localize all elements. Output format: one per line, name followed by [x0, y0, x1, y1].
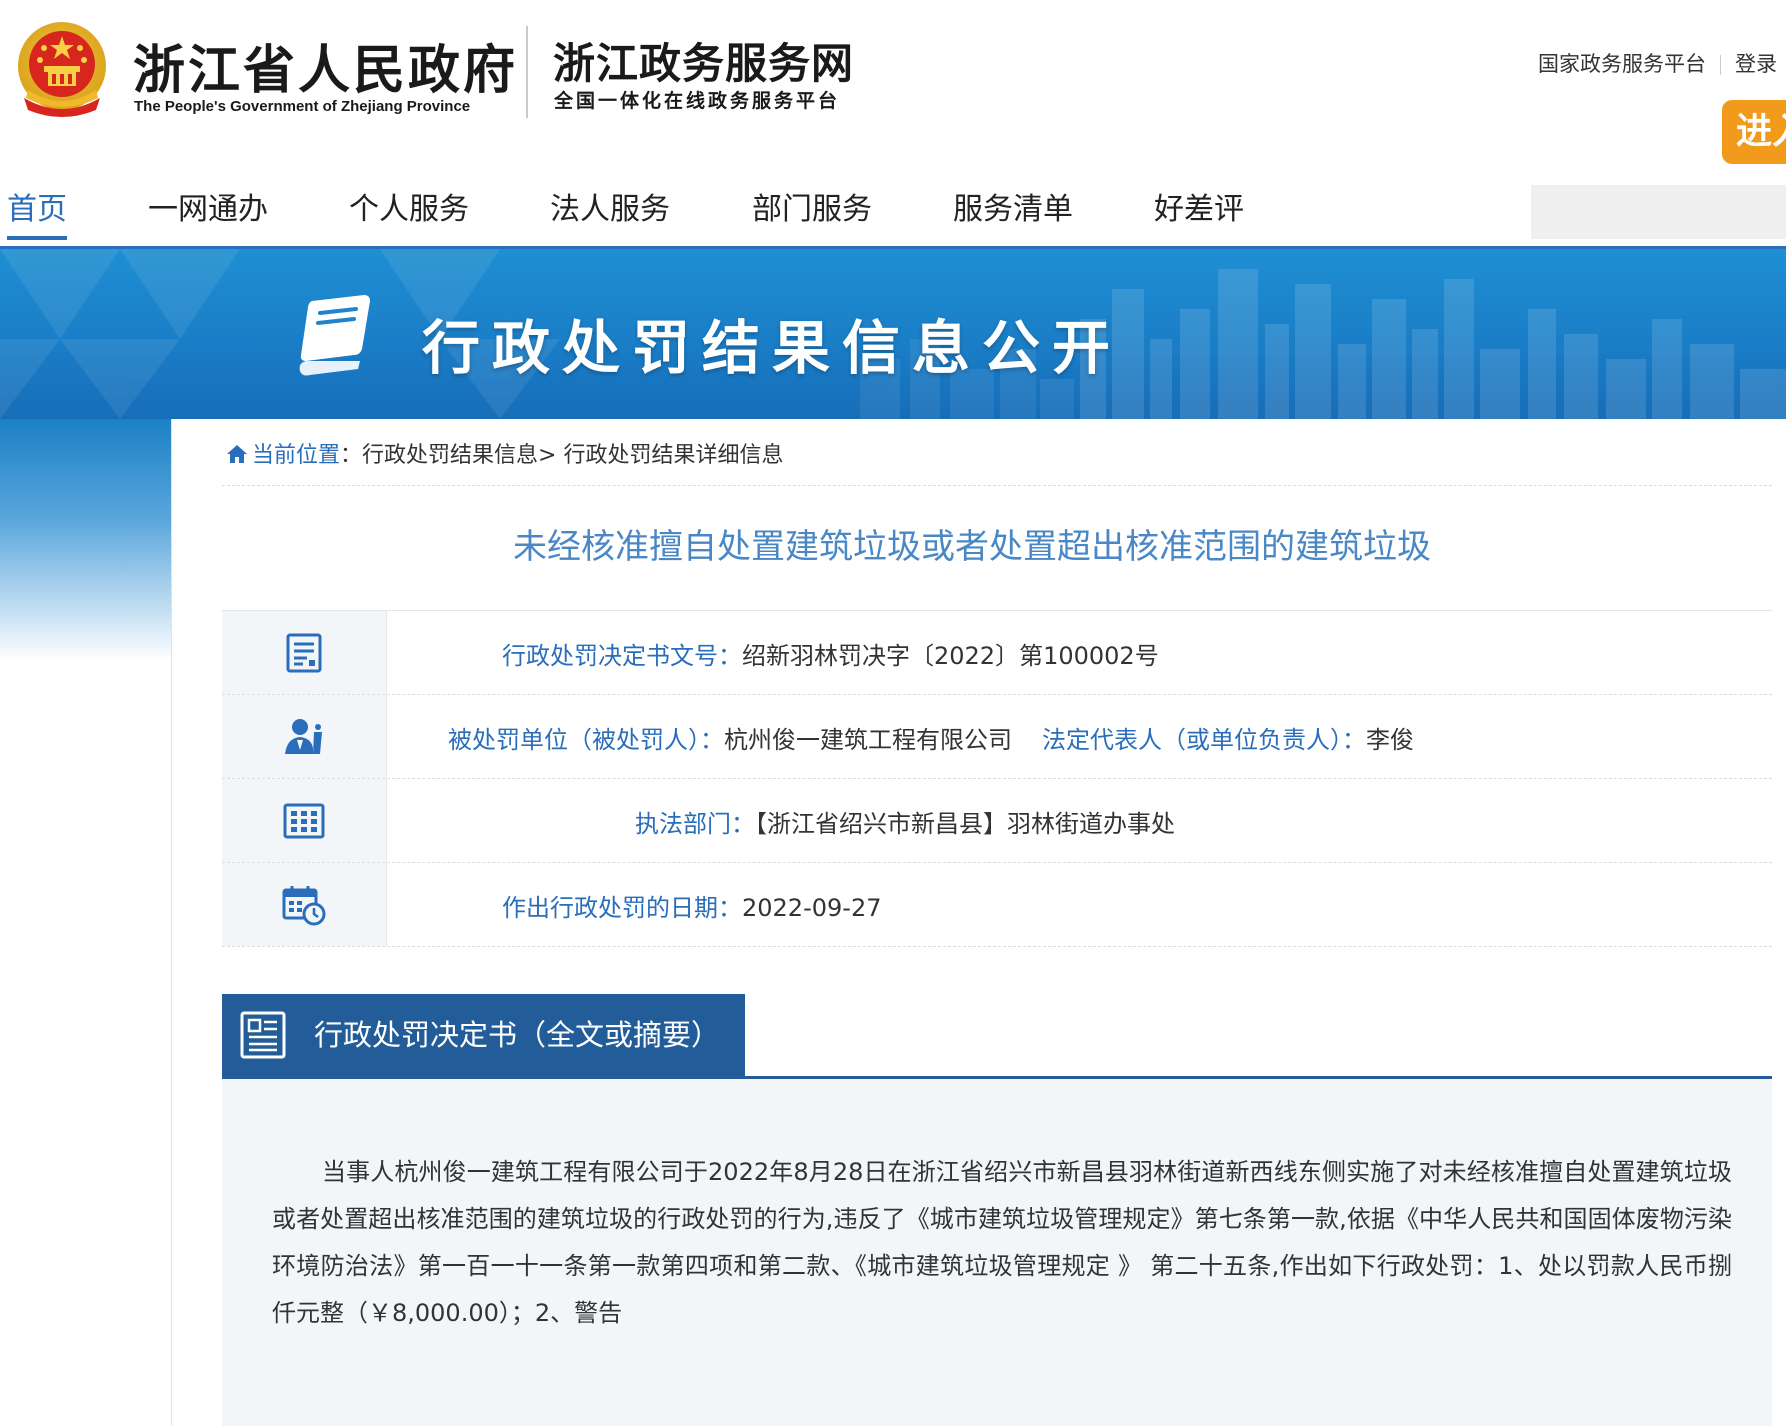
site-subtitle: 全国一体化在线政务服务平台	[554, 90, 841, 112]
department-label: 执法部门：	[635, 810, 755, 838]
left-decoration	[0, 419, 172, 1426]
breadcrumb-separator: ：	[340, 443, 363, 468]
info-row-decision-no: 行政处罚决定书文号：绍新羽林罚决字〔2022〕第100002号	[222, 611, 1772, 695]
top-links: 国家政务服务平台 登录	[1538, 48, 1777, 78]
info-icon-cell	[222, 611, 387, 694]
party-value: 杭州俊一建筑工程有限公司	[724, 726, 1012, 754]
national-emblem-icon[interactable]	[14, 20, 110, 120]
site-header: 浙江省人民政府 The People's Government of Zheji…	[0, 0, 1786, 164]
nav-item-rating[interactable]: 好差评	[1154, 184, 1244, 228]
decision-no: 行政处罚决定书文号：绍新羽林罚决字〔2022〕第100002号	[502, 636, 1159, 671]
date-value: 2022-09-27	[742, 894, 882, 922]
section-title: 行政处罚决定书（全文或摘要）	[314, 1018, 721, 1052]
breadcrumb: 当前位置：行政处罚结果信息> 行政处罚结果详细信息	[226, 437, 783, 469]
document-list-icon	[240, 1011, 286, 1059]
main-content: 当前位置：行政处罚结果信息> 行政处罚结果详细信息 未经核准擅自处置建筑垃圾或者…	[172, 419, 1786, 1426]
party-label: 被处罚单位（被处罚人）：	[448, 726, 724, 754]
nav-item-department[interactable]: 部门服务	[752, 184, 872, 228]
page-title: 未经核准擅自处置建筑垃圾或者处置超出核准范围的建筑垃圾	[513, 527, 1431, 567]
info-row-department: 执法部门：【浙江省绍兴市新昌县】羽林街道办事处	[222, 779, 1772, 863]
nav-item-service-list[interactable]: 服务清单	[953, 184, 1073, 228]
person-icon	[285, 718, 322, 754]
banner-title: 行政处罚结果信息公开	[422, 314, 1123, 382]
section-tab[interactable]: 行政处罚决定书（全文或摘要）	[222, 994, 745, 1076]
nav-item-personal[interactable]: 个人服务	[349, 184, 469, 228]
book-icon	[299, 295, 370, 376]
date-label: 作出行政处罚的日期：	[502, 894, 742, 922]
gov-name-cn: 浙江省人民政府	[133, 40, 519, 101]
decision-no-label: 行政处罚决定书文号：	[502, 642, 742, 670]
info-row-date: 作出行政处罚的日期：2022-09-27	[222, 863, 1772, 947]
department-info: 执法部门：【浙江省绍兴市新昌县】羽林街道办事处	[635, 804, 1175, 839]
legal-rep-value: 李俊	[1366, 726, 1414, 754]
login-link[interactable]: 登录	[1735, 52, 1777, 76]
legal-rep-label: 法定代表人（或单位负责人）：	[1042, 726, 1366, 754]
header-divider	[526, 26, 528, 118]
building-icon	[283, 803, 325, 838]
calendar-icon	[282, 885, 326, 925]
gov-name-en: The People's Government of Zhejiang Prov…	[134, 98, 471, 115]
department-value: 【浙江省绍兴市新昌县】羽林街道办事处	[755, 810, 1175, 838]
breadcrumb-path[interactable]: 行政处罚结果信息> 行政处罚结果详细信息	[362, 443, 783, 468]
site-title[interactable]: 浙江政务服务网	[553, 30, 854, 91]
nav-item-one-stop[interactable]: 一网通办	[148, 184, 268, 228]
info-icon-cell	[222, 779, 387, 862]
party-info: 被处罚单位（被处罚人）：杭州俊一建筑工程有限公司 法定代表人（或单位负责人）：李俊	[448, 720, 1414, 755]
nav-item-home[interactable]: 首页	[7, 184, 67, 240]
main-nav: 首页 一网通办 个人服务 法人服务 部门服务 服务清单 好差评	[0, 170, 1786, 249]
decision-no-value: 绍新羽林罚决字〔2022〕第100002号	[742, 642, 1159, 670]
section-header: 行政处罚决定书（全文或摘要）	[222, 994, 1772, 1079]
date-info: 作出行政处罚的日期：2022-09-27	[502, 888, 881, 923]
section-body: 当事人杭州俊一建筑工程有限公司于2022年8月28日在浙江省绍兴市新昌县羽林街道…	[222, 1079, 1772, 1426]
banner: 行政处罚结果信息公开	[0, 249, 1786, 419]
national-platform-link[interactable]: 国家政务服务平台	[1538, 52, 1706, 76]
breadcrumb-divider	[222, 485, 1772, 486]
info-row-party: 被处罚单位（被处罚人）：杭州俊一建筑工程有限公司 法定代表人（或单位负责人）：李俊	[222, 695, 1772, 779]
document-icon	[286, 633, 322, 672]
search-input[interactable]	[1531, 185, 1786, 239]
link-separator	[1720, 55, 1721, 75]
enter-button[interactable]: 进入	[1722, 100, 1786, 164]
info-icon-cell	[222, 695, 387, 778]
info-icon-cell	[222, 863, 387, 946]
info-table: 行政处罚决定书文号：绍新羽林罚决字〔2022〕第100002号 被处罚单位（被处…	[222, 610, 1772, 947]
nav-item-legal-person[interactable]: 法人服务	[550, 184, 670, 228]
home-icon	[227, 445, 247, 463]
breadcrumb-home[interactable]: 当前位置	[252, 443, 340, 468]
decision-text: 当事人杭州俊一建筑工程有限公司于2022年8月28日在浙江省绍兴市新昌县羽林街道…	[272, 1158, 1732, 1327]
